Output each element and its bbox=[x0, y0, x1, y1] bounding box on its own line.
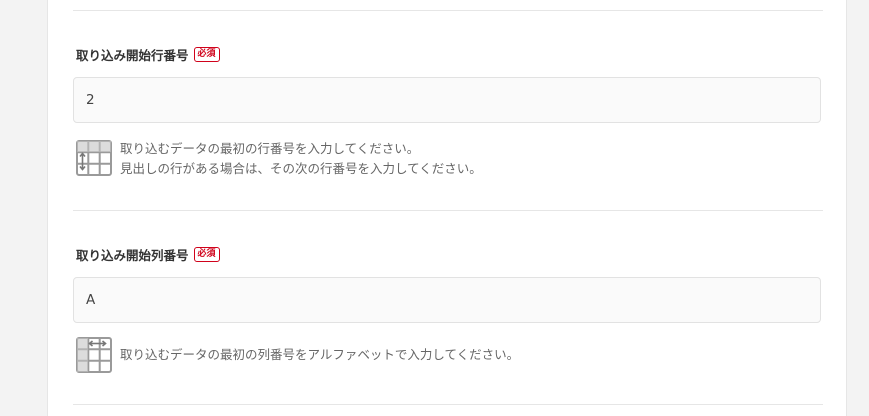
required-badge: 必須 bbox=[193, 47, 220, 62]
start-row-label-row: 取り込み開始行番号 必須 bbox=[76, 45, 220, 64]
start-row-input[interactable] bbox=[73, 77, 821, 123]
start-row-help-text: 取り込むデータの最初の行番号を入力してください。 見出しの行がある場合は、その次… bbox=[120, 139, 482, 179]
table-columns-icon bbox=[76, 337, 112, 373]
start-column-help-text: 取り込むデータの最初の列番号をアルファベットで入力してください。 bbox=[120, 345, 519, 365]
start-column-help: 取り込むデータの最初の列番号をアルファベットで入力してください。 bbox=[76, 337, 519, 373]
section-divider bbox=[73, 10, 823, 11]
section-divider bbox=[73, 404, 823, 405]
help-line: 取り込むデータの最初の列番号をアルファベットで入力してください。 bbox=[120, 347, 520, 362]
start-row-label: 取り込み開始行番号 bbox=[76, 48, 189, 63]
start-column-input[interactable] bbox=[73, 277, 821, 323]
start-column-label: 取り込み開始列番号 bbox=[76, 248, 189, 263]
table-rows-icon bbox=[76, 140, 112, 176]
help-line: 取り込むデータの最初の行番号を入力してください。 bbox=[120, 141, 420, 156]
start-column-label-row: 取り込み開始列番号 必須 bbox=[76, 245, 220, 264]
settings-card: 取り込み開始行番号 必須 取り込むデータの最初の行番号を入力してください。 見出… bbox=[47, 0, 847, 416]
section-divider bbox=[73, 210, 823, 211]
required-badge: 必須 bbox=[193, 247, 220, 262]
start-row-help: 取り込むデータの最初の行番号を入力してください。 見出しの行がある場合は、その次… bbox=[76, 140, 482, 179]
help-line: 見出しの行がある場合は、その次の行番号を入力してください。 bbox=[120, 161, 482, 176]
